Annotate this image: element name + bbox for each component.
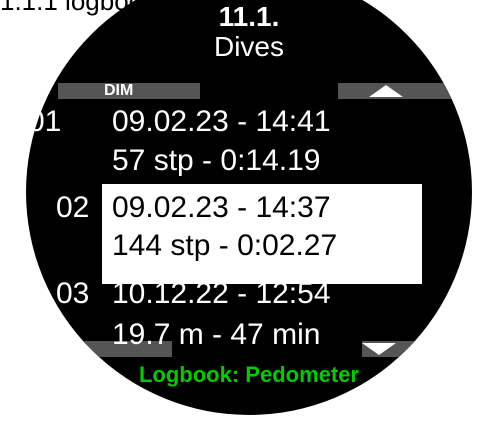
watch-screen: 11.1. Dives DIM ENTR 01 09.02.23 - 14:41… <box>26 0 472 415</box>
logbook-footer: Logbook: Pedometer <box>138 362 359 387</box>
entr-button-label[interactable]: ENTR <box>40 341 84 357</box>
screen-title: Dives <box>213 31 284 62</box>
dive-summary[interactable]: 57 stp - 0:14.19 <box>112 144 320 178</box>
screen-number: 11.1. <box>218 1 280 32</box>
dive-summary[interactable]: 144 stp - 0:02.27 <box>112 229 337 263</box>
dive-index: 01 <box>28 105 62 138</box>
dive-datetime[interactable]: 10.12.22 - 12:54 <box>112 277 331 311</box>
up-button-bar[interactable] <box>338 83 472 99</box>
down-arrow-icon[interactable] <box>362 343 396 355</box>
dive-index: 02 <box>56 191 90 224</box>
dim-button-label[interactable]: DIM <box>104 83 133 99</box>
dive-datetime[interactable]: 09.02.23 - 14:37 <box>112 191 331 225</box>
up-arrow-icon[interactable] <box>369 85 403 97</box>
dive-summary[interactable]: 19.7 m - 47 min <box>112 318 320 352</box>
dive-index: 03 <box>56 277 90 310</box>
dive-datetime[interactable]: 09.02.23 - 14:41 <box>112 105 331 139</box>
